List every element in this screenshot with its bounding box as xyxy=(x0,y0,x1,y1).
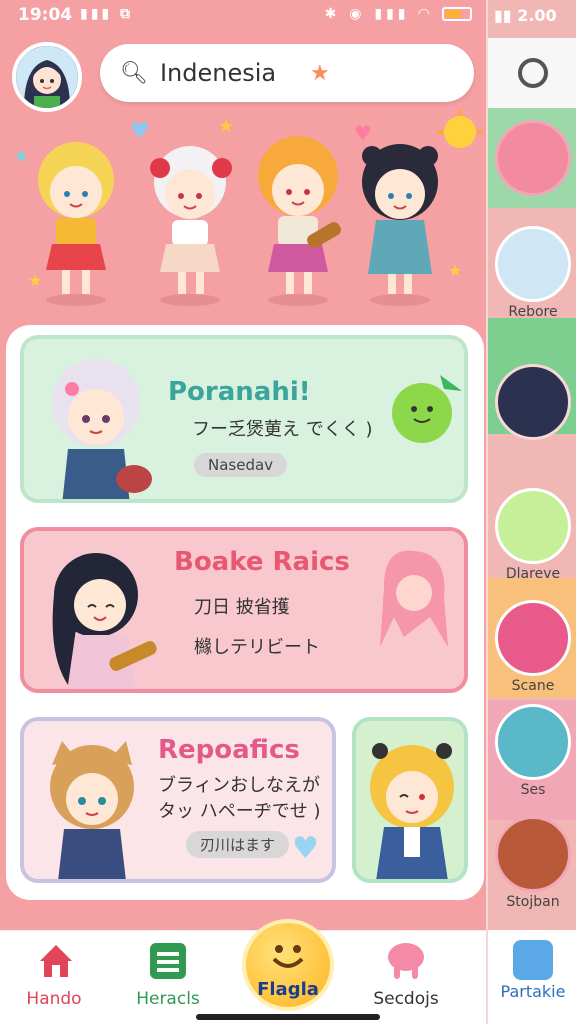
nav-label: Secdojs xyxy=(373,989,439,1009)
hero-characters-illustration: ♥ ♥ ★ ◆ ★ ★ xyxy=(16,110,482,306)
card-title: Repoafics xyxy=(158,735,300,765)
profile-avatar[interactable] xyxy=(12,42,82,112)
character-illustration xyxy=(370,743,454,879)
status-bar: 19:04 ▮▮▮ ⧉ ✱ ◉ ▮▮▮ ◠ xyxy=(0,0,486,32)
side-item-label: Dlareve xyxy=(505,566,561,582)
search-icon: 🔍︎ xyxy=(120,60,148,86)
character-illustration xyxy=(50,741,134,879)
nav-label: Partakie xyxy=(500,982,566,1001)
svg-text:◆: ◆ xyxy=(16,148,27,164)
side-panel: ▮▮ 2.00 Rebore Dlareve Scane Ses Stojban… xyxy=(486,0,576,1024)
home-indicator xyxy=(196,1014,380,1020)
nav-item-flagla[interactable]: Flagla xyxy=(242,919,334,1011)
character-avatar xyxy=(495,120,571,196)
mascot-icon xyxy=(388,943,424,979)
side-item-rebore[interactable]: Rebore xyxy=(494,226,572,320)
feature-card-2[interactable]: Boake Raics 刀日 披省擭 櫞しテリビート xyxy=(20,527,468,693)
side-item-character[interactable] xyxy=(494,120,572,196)
svg-text:♥: ♥ xyxy=(130,119,150,144)
nav-label: Flagla xyxy=(257,979,319,1000)
game-icon xyxy=(513,940,553,980)
card-line-2: タッ ハペーヂでせ ) xyxy=(158,801,321,822)
character-illustration xyxy=(52,359,152,499)
side-item-stojban[interactable]: Stojban xyxy=(494,816,572,910)
battery-icon xyxy=(442,7,472,21)
card-line-2: 櫞しテリビート xyxy=(194,637,320,658)
main-panel: 19:04 ▮▮▮ ⧉ ✱ ◉ ▮▮▮ ◠ 🔍︎ ★ ♥ ♥ ★ ◆ xyxy=(0,0,486,1024)
svg-text:♥: ♥ xyxy=(354,121,372,145)
side-item-ses[interactable]: Ses xyxy=(494,704,572,798)
card-line-1: 刀日 披省擭 xyxy=(194,597,290,618)
feature-card-1[interactable]: Poranahi! フー乏煲莄え でくく ) Nasedav xyxy=(20,335,468,503)
character-avatar xyxy=(495,364,571,440)
feature-card-4[interactable] xyxy=(352,717,468,883)
list-icon xyxy=(150,943,186,979)
side-item-label: Ses xyxy=(520,782,546,798)
mascot-icon xyxy=(495,704,571,780)
card-line-1: ブラィンおしなえが xyxy=(158,775,320,796)
side-status-time: ▮▮ 2.00 xyxy=(494,6,557,25)
status-time: 19:04 xyxy=(18,5,73,25)
card-title: Poranahi! xyxy=(168,377,311,407)
heart-icon: ♥ xyxy=(292,831,319,866)
card-subtitle: フー乏煲莄え でくく ) xyxy=(192,419,373,440)
search-bar[interactable]: 🔍︎ ★ xyxy=(100,44,474,102)
smiley-icon xyxy=(272,945,304,968)
search-input[interactable] xyxy=(159,59,310,87)
status-icons: ✱ ◉ ▮▮▮ ◠ xyxy=(325,6,472,22)
svg-text:★: ★ xyxy=(28,271,42,290)
side-item-label: Stojban xyxy=(506,894,560,910)
card-badge[interactable]: Nasedav xyxy=(194,453,288,477)
nav-label: Heracls xyxy=(136,989,200,1009)
signal-icon: ▮▮▮ ⧉ xyxy=(80,6,133,22)
nav-label: Hando xyxy=(26,989,82,1009)
side-item-label: Scane xyxy=(511,678,555,694)
nav-item-secdojs[interactable]: Secdojs xyxy=(356,931,456,1024)
home-icon xyxy=(40,945,72,977)
svg-text:★: ★ xyxy=(448,261,462,280)
character-avatar xyxy=(495,488,571,564)
card-badge[interactable]: 刃川はます xyxy=(186,831,290,858)
notes-icon xyxy=(495,600,571,676)
character-avatar xyxy=(495,816,571,892)
star-icon: ★ xyxy=(309,60,330,86)
side-item-label: Rebore xyxy=(508,304,558,320)
side-item-scane[interactable]: Scane xyxy=(494,600,572,694)
feature-card-3[interactable]: Repoafics ブラィンおしなえが タッ ハペーヂでせ ) 刃川はます ♥ xyxy=(20,717,336,883)
circle-button-icon[interactable] xyxy=(518,58,548,88)
svg-text:★: ★ xyxy=(218,116,234,137)
character-avatar xyxy=(495,226,571,302)
side-item-character-2[interactable] xyxy=(494,364,572,440)
nav-item-heracls[interactable]: Heracls xyxy=(118,931,218,1024)
green-mascot-icon xyxy=(392,375,462,443)
pink-character-icon xyxy=(380,550,448,647)
bottom-navigation: Hando Heracls Flagla Secdojs xyxy=(0,919,486,1024)
nav-item-partakie[interactable]: Partakie xyxy=(494,940,572,1001)
nav-item-hando[interactable]: Hando xyxy=(4,931,104,1024)
side-header xyxy=(488,38,576,108)
character-illustration xyxy=(52,553,157,689)
content-panel: Poranahi! フー乏煲莄え でくく ) Nasedav Boake Rai… xyxy=(6,325,484,900)
side-item-dlareve[interactable]: Dlareve xyxy=(494,488,572,582)
card-title: Boake Raics xyxy=(174,547,350,577)
